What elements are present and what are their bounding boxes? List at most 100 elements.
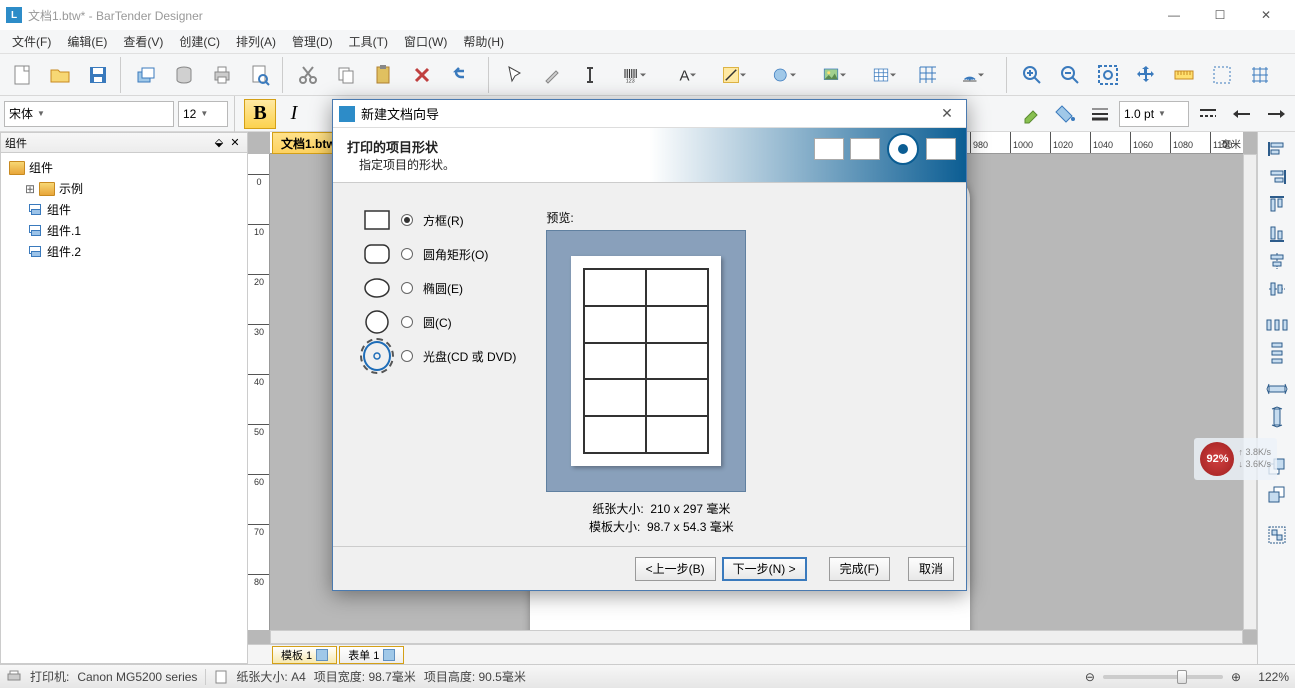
grid-toggle-button[interactable] (1242, 57, 1278, 93)
finish-button[interactable]: 完成(F) (829, 557, 890, 581)
zoom-in-button[interactable] (1014, 57, 1050, 93)
paint-button[interactable] (1017, 99, 1047, 129)
save-button[interactable] (80, 57, 116, 93)
menu-window[interactable]: 窗口(W) (396, 30, 455, 53)
close-button[interactable]: ✕ (1243, 0, 1289, 30)
line-style-button[interactable] (1085, 99, 1115, 129)
panel-pin-icon[interactable]: ⬙ (211, 136, 227, 149)
fill-button[interactable] (1051, 99, 1081, 129)
zoom-out-button[interactable] (1052, 57, 1088, 93)
zoom-slider[interactable] (1103, 675, 1223, 679)
dash-style-button[interactable] (1193, 99, 1223, 129)
send-backward-icon[interactable] (1262, 482, 1292, 508)
delete-button[interactable] (404, 57, 440, 93)
align-right-icon[interactable] (1262, 164, 1292, 190)
zoom-value[interactable]: 122% (1249, 670, 1289, 684)
tree-root[interactable]: 组件 (5, 157, 243, 178)
align-left-icon[interactable] (1262, 136, 1292, 162)
database-button[interactable] (166, 57, 202, 93)
menu-edit[interactable]: 编辑(E) (59, 30, 115, 53)
cut-button[interactable] (290, 57, 326, 93)
menu-manage[interactable]: 管理(D) (284, 30, 341, 53)
maximize-button[interactable]: ☐ (1197, 0, 1243, 30)
rfid-tool[interactable] (948, 57, 996, 93)
ruler-button[interactable] (1166, 57, 1202, 93)
zoom-out-icon[interactable]: ⊖ (1085, 670, 1095, 684)
speed-overlay[interactable]: 92% ↑ 3.8K/s ↓ 3.6K/s (1194, 438, 1277, 480)
shape-option-rect[interactable]: 方框(R) (363, 209, 516, 231)
line-weight-combo[interactable]: 1.0 pt▼ (1119, 101, 1189, 127)
radio-cd[interactable] (401, 350, 413, 362)
tree-example[interactable]: ⊞示例 (5, 178, 243, 199)
grid-tool[interactable] (910, 57, 946, 93)
form-tab[interactable]: 表单 1 (339, 646, 404, 664)
arrange-toolbar (1257, 132, 1295, 664)
shape-tool[interactable] (760, 57, 808, 93)
shape-option-circle[interactable]: 圆(C) (363, 311, 516, 333)
align-top-icon[interactable] (1262, 192, 1292, 218)
zoom-fit-button[interactable] (1090, 57, 1126, 93)
shape-option-oval[interactable]: 椭圆(E) (363, 277, 516, 299)
vertical-scrollbar[interactable] (1243, 154, 1257, 630)
table-tool[interactable] (860, 57, 908, 93)
tree-component-2[interactable]: 组件.2 (5, 241, 243, 262)
radio-rrect[interactable] (401, 248, 413, 260)
new-button[interactable] (4, 57, 40, 93)
zoom-in-icon[interactable]: ⊕ (1231, 670, 1241, 684)
menu-file[interactable]: 文件(F) (4, 30, 59, 53)
open-button[interactable] (42, 57, 78, 93)
bold-button[interactable]: B (244, 99, 276, 129)
shape-option-cd[interactable]: 光盘(CD 或 DVD) (363, 345, 516, 367)
layers-button[interactable] (128, 57, 164, 93)
horizontal-scrollbar[interactable] (270, 630, 1243, 644)
align-bottom-icon[interactable] (1262, 220, 1292, 246)
brush-tool[interactable] (534, 57, 570, 93)
tab-icon (383, 649, 395, 661)
same-height-icon[interactable] (1262, 404, 1292, 430)
menu-tools[interactable]: 工具(T) (341, 30, 396, 53)
text-cursor-tool[interactable] (572, 57, 608, 93)
barcode-tool[interactable]: 123 (610, 57, 658, 93)
align-center-h-icon[interactable] (1262, 248, 1292, 274)
text-tool[interactable]: A (660, 57, 708, 93)
radio-circle[interactable] (401, 316, 413, 328)
template-tab[interactable]: 模板 1 (272, 646, 337, 664)
radio-rect[interactable] (401, 214, 413, 226)
tree-component-1[interactable]: 组件.1 (5, 220, 243, 241)
same-width-icon[interactable] (1262, 376, 1292, 402)
distribute-h-icon[interactable] (1262, 312, 1292, 338)
expander-icon[interactable]: ⊞ (25, 182, 35, 196)
status-printer-label: 打印机: (30, 668, 69, 685)
distribute-v-icon[interactable] (1262, 340, 1292, 366)
dialog-close-button[interactable]: ✕ (934, 104, 960, 124)
radio-oval[interactable] (401, 282, 413, 294)
arrow-start-button[interactable] (1227, 99, 1257, 129)
undo-button[interactable] (442, 57, 478, 93)
copy-button[interactable] (328, 57, 364, 93)
font-size-combo[interactable]: 12▼ (178, 101, 228, 127)
group-icon[interactable] (1262, 522, 1292, 548)
picture-tool[interactable] (810, 57, 858, 93)
cancel-button[interactable]: 取消 (908, 557, 954, 581)
menu-arrange[interactable]: 排列(A) (228, 30, 284, 53)
shape-option-rrect[interactable]: 圆角矩形(O) (363, 243, 516, 265)
arrow-end-button[interactable] (1261, 99, 1291, 129)
italic-button[interactable]: I (280, 99, 308, 129)
pointer-tool[interactable] (496, 57, 532, 93)
snap-button[interactable] (1204, 57, 1240, 93)
paste-button[interactable] (366, 57, 402, 93)
minimize-button[interactable]: ― (1151, 0, 1197, 30)
print-preview-button[interactable] (242, 57, 278, 93)
menu-create[interactable]: 创建(C) (171, 30, 228, 53)
tree-component-0[interactable]: 组件 (5, 199, 243, 220)
line-tool[interactable] (710, 57, 758, 93)
pan-button[interactable] (1128, 57, 1164, 93)
menu-help[interactable]: 帮助(H) (455, 30, 512, 53)
back-button[interactable]: <上一步(B) (635, 557, 716, 581)
font-family-combo[interactable]: 宋体▼ (4, 101, 174, 127)
panel-close-icon[interactable]: ✕ (227, 136, 243, 149)
align-center-v-icon[interactable] (1262, 276, 1292, 302)
print-button[interactable] (204, 57, 240, 93)
next-button[interactable]: 下一步(N) > (722, 557, 807, 581)
menu-view[interactable]: 查看(V) (115, 30, 171, 53)
